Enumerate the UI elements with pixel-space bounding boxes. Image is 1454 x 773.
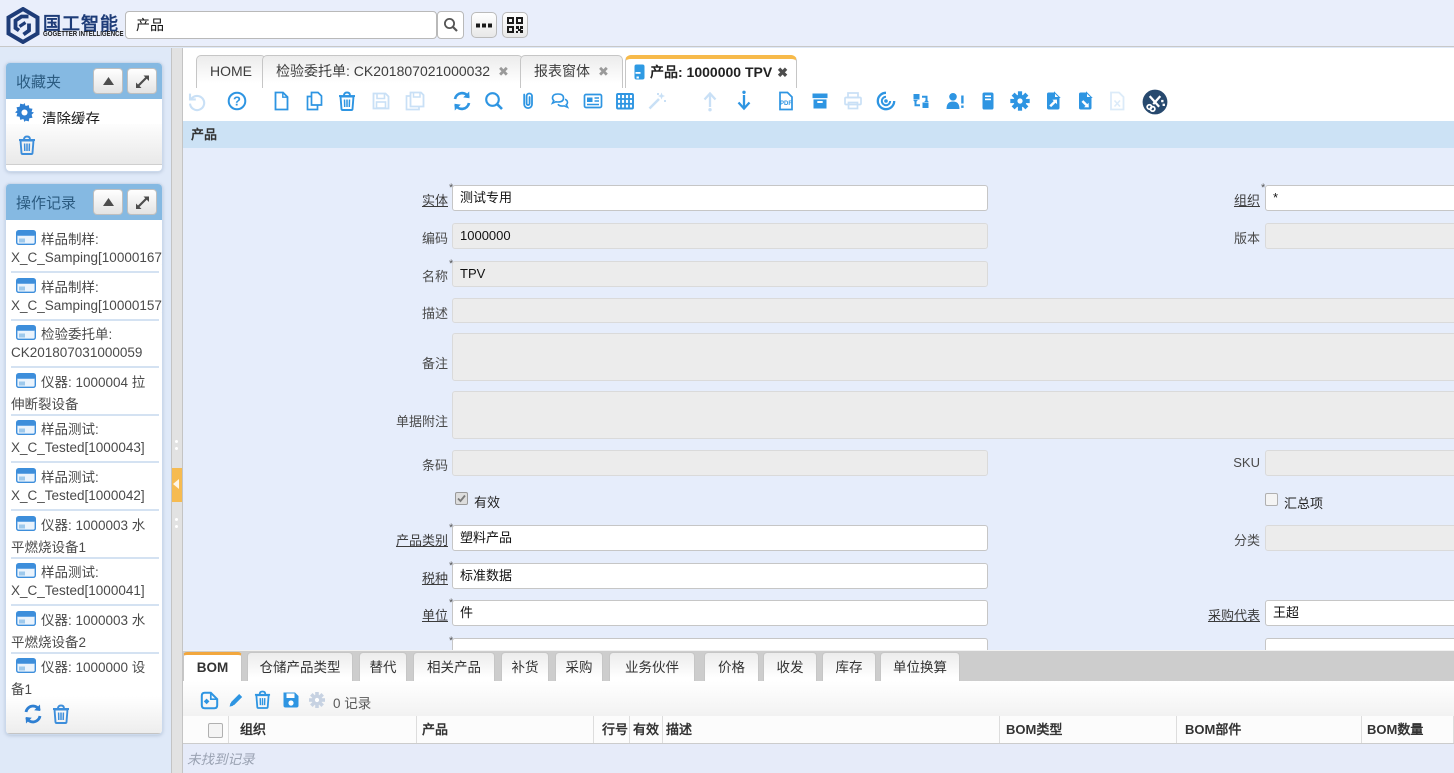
- svg-text:?: ?: [233, 93, 241, 108]
- svg-text:PDF: PDF: [780, 101, 792, 107]
